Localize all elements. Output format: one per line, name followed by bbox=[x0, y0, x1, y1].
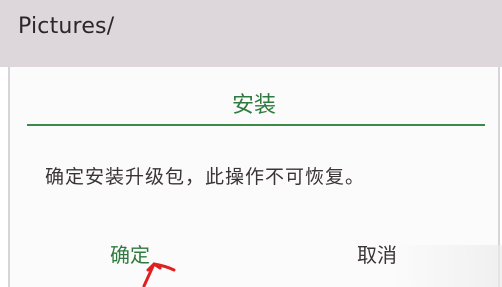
screen-glare bbox=[392, 245, 502, 287]
dialog-message: 确定安装升级包，此操作不可恢复。 bbox=[45, 166, 366, 188]
cancel-button[interactable]: 取消 bbox=[357, 239, 397, 268]
title-divider bbox=[27, 124, 485, 126]
top-bar: Pictures/ bbox=[0, 0, 502, 67]
dialog-title: 安装 bbox=[231, 93, 276, 118]
current-path: Pictures/ bbox=[18, 14, 115, 39]
annotation-arrow-icon bbox=[142, 262, 176, 287]
